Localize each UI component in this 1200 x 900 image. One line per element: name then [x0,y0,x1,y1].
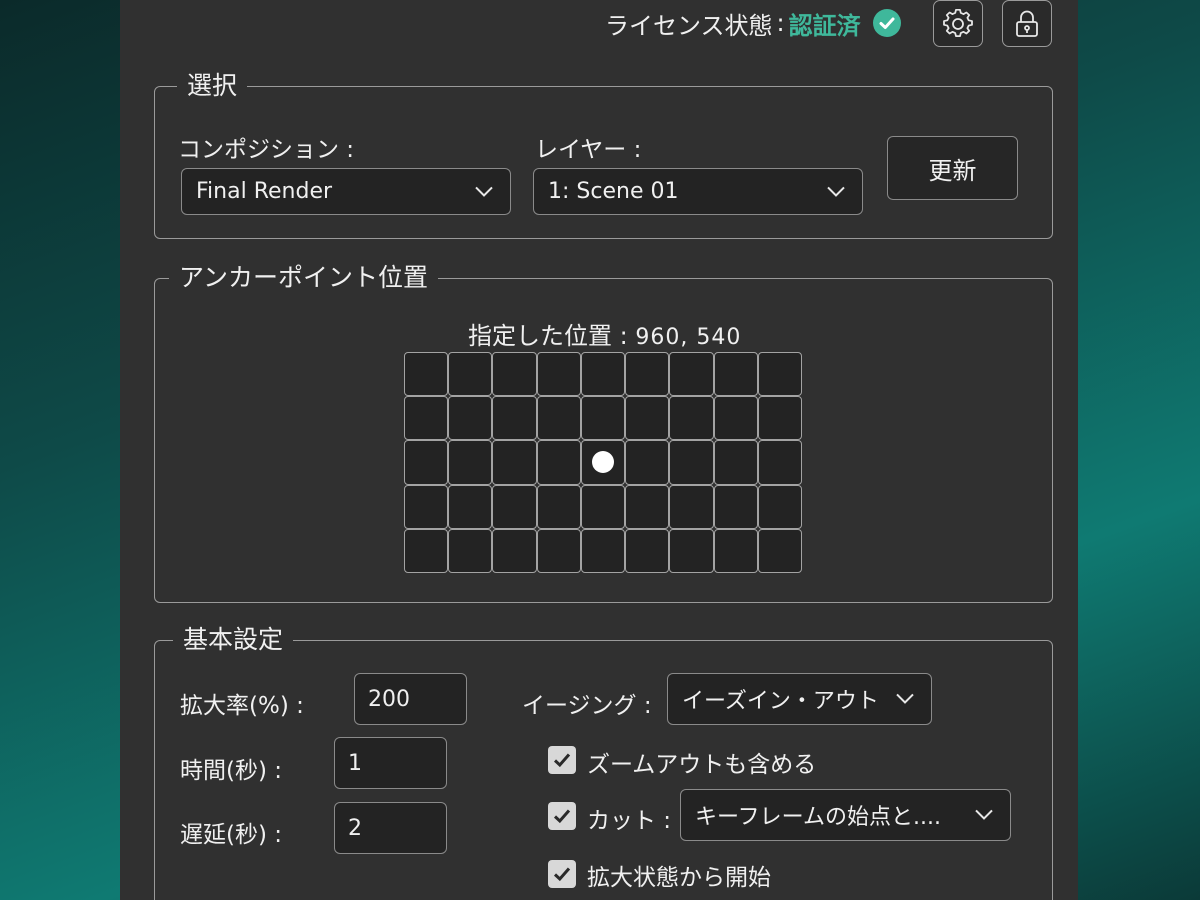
anchor-grid-cell[interactable] [492,352,537,397]
license-colon: : [776,9,785,37]
anchor-grid-cell[interactable] [448,396,493,441]
checkmark-icon [553,809,571,824]
layer-value: 1: Scene 01 [548,179,679,204]
layer-label: レイヤー : [535,137,642,163]
anchor-grid-cell[interactable] [492,484,537,529]
delay-value: 2 [348,815,362,841]
scale-label: 拡大率(%) : [180,693,304,719]
anchor-grid-cell[interactable] [580,484,626,529]
scale-input[interactable]: 200 [354,673,467,725]
anchor-grid-cell[interactable] [669,396,714,441]
anchor-grid-cell[interactable] [669,440,714,485]
position-label: 指定した位置 : [468,322,628,350]
lock-icon [1016,10,1038,37]
time-input[interactable]: 1 [334,737,447,789]
anchor-grid-cell[interactable] [713,396,758,441]
cut-label: カット : [587,808,672,834]
selected-anchor-dot [591,451,614,474]
anchor-grid-cell[interactable] [492,528,537,573]
anchor-grid-cell[interactable] [625,440,670,485]
composition-select[interactable]: Final Render [181,168,511,215]
cut-checkbox[interactable] [548,802,576,830]
chevron-down-icon [896,693,914,704]
anchor-grid-cell[interactable] [536,528,581,573]
delay-label: 遅延(秒) : [180,822,283,848]
anchor-grid-cell[interactable] [404,352,449,397]
anchor-legend: アンカーポイント位置 [169,263,439,293]
anchor-grid-cell[interactable] [536,440,581,485]
anchor-grid-cell[interactable] [757,528,802,573]
anchor-grid-cell[interactable] [580,440,626,485]
zoom-out-label: ズームアウトも含める [587,752,817,778]
anchor-grid-cell[interactable] [580,528,626,573]
delay-input[interactable]: 2 [334,802,447,854]
gear-icon [943,8,973,37]
settings-button[interactable] [933,0,983,47]
lock-button[interactable] [1002,0,1052,47]
panel: ライセンス状態 : 認証済 選択 コンポジション : Final Render … [120,0,1078,900]
anchor-grid-cell[interactable] [669,484,714,529]
composition-value: Final Render [196,179,333,204]
selection-legend: 選択 [177,71,248,101]
cut-select[interactable]: キーフレームの始点と.... [680,789,1011,841]
anchor-grid-cell[interactable] [536,484,581,529]
checkmark-icon [553,753,571,768]
anchor-grid-cell[interactable] [713,484,758,529]
anchor-grid-cell[interactable] [625,528,670,573]
license-status: ライセンス状態 : 認証済 [605,8,901,40]
anchor-grid-cell[interactable] [580,396,626,441]
chevron-down-icon [827,186,845,197]
license-status-value: 認証済 [788,11,861,40]
anchor-grid-cell[interactable] [448,352,493,397]
anchor-grid-cell[interactable] [536,352,581,397]
layer-select[interactable]: 1: Scene 01 [533,168,863,215]
start-zoomed-checkbox[interactable] [548,860,576,888]
anchor-grid-cell[interactable] [404,528,449,573]
cut-value: キーフレームの始点と.... [695,805,941,830]
anchor-grid-cell[interactable] [713,440,758,485]
start-zoomed-label: 拡大状態から開始 [587,865,771,891]
position-value: 960, 540 [635,325,742,350]
position-readout: 指定した位置 : 960, 540 [468,316,741,351]
easing-label: イージング : [522,693,652,719]
anchor-grid-cell[interactable] [448,528,493,573]
anchor-grid-cell[interactable] [625,396,670,441]
anchor-grid-cell[interactable] [669,528,714,573]
composition-label: コンポジション : [178,137,355,163]
anchor-grid-cell[interactable] [757,352,802,397]
anchor-grid-cell[interactable] [713,528,758,573]
scale-value: 200 [368,686,410,712]
chevron-down-icon [975,809,993,820]
anchor-grid-cell[interactable] [580,352,626,397]
anchor-grid-cell[interactable] [713,352,758,397]
anchor-grid-cell[interactable] [625,352,670,397]
anchor-grid-cell[interactable] [404,440,449,485]
time-label: 時間(秒) : [180,758,283,784]
anchor-grid-cell[interactable] [492,440,537,485]
time-value: 1 [348,750,362,776]
license-label: ライセンス状態 [605,11,773,40]
anchor-grid-cell[interactable] [757,484,802,529]
anchor-grid-cell[interactable] [536,396,581,441]
anchor-grid-cell[interactable] [404,396,449,441]
anchor-grid-cell[interactable] [448,440,493,485]
anchor-grid-cell[interactable] [448,484,493,529]
refresh-button[interactable]: 更新 [887,136,1018,200]
anchor-grid-cell[interactable] [492,396,537,441]
anchor-grid-cell[interactable] [757,396,802,441]
anchor-grid-cell[interactable] [669,352,714,397]
chevron-down-icon [475,186,493,197]
anchor-grid [404,352,802,573]
anchor-grid-cell[interactable] [404,484,449,529]
basic-legend: 基本設定 [173,625,294,655]
zoom-out-checkbox[interactable] [548,746,576,774]
easing-value: イーズイン・アウト [682,689,879,714]
verified-check-icon [872,9,901,37]
checkmark-icon [553,867,571,882]
anchor-grid-cell[interactable] [625,484,670,529]
easing-select[interactable]: イーズイン・アウト [667,673,932,725]
anchor-grid-cell[interactable] [757,440,802,485]
